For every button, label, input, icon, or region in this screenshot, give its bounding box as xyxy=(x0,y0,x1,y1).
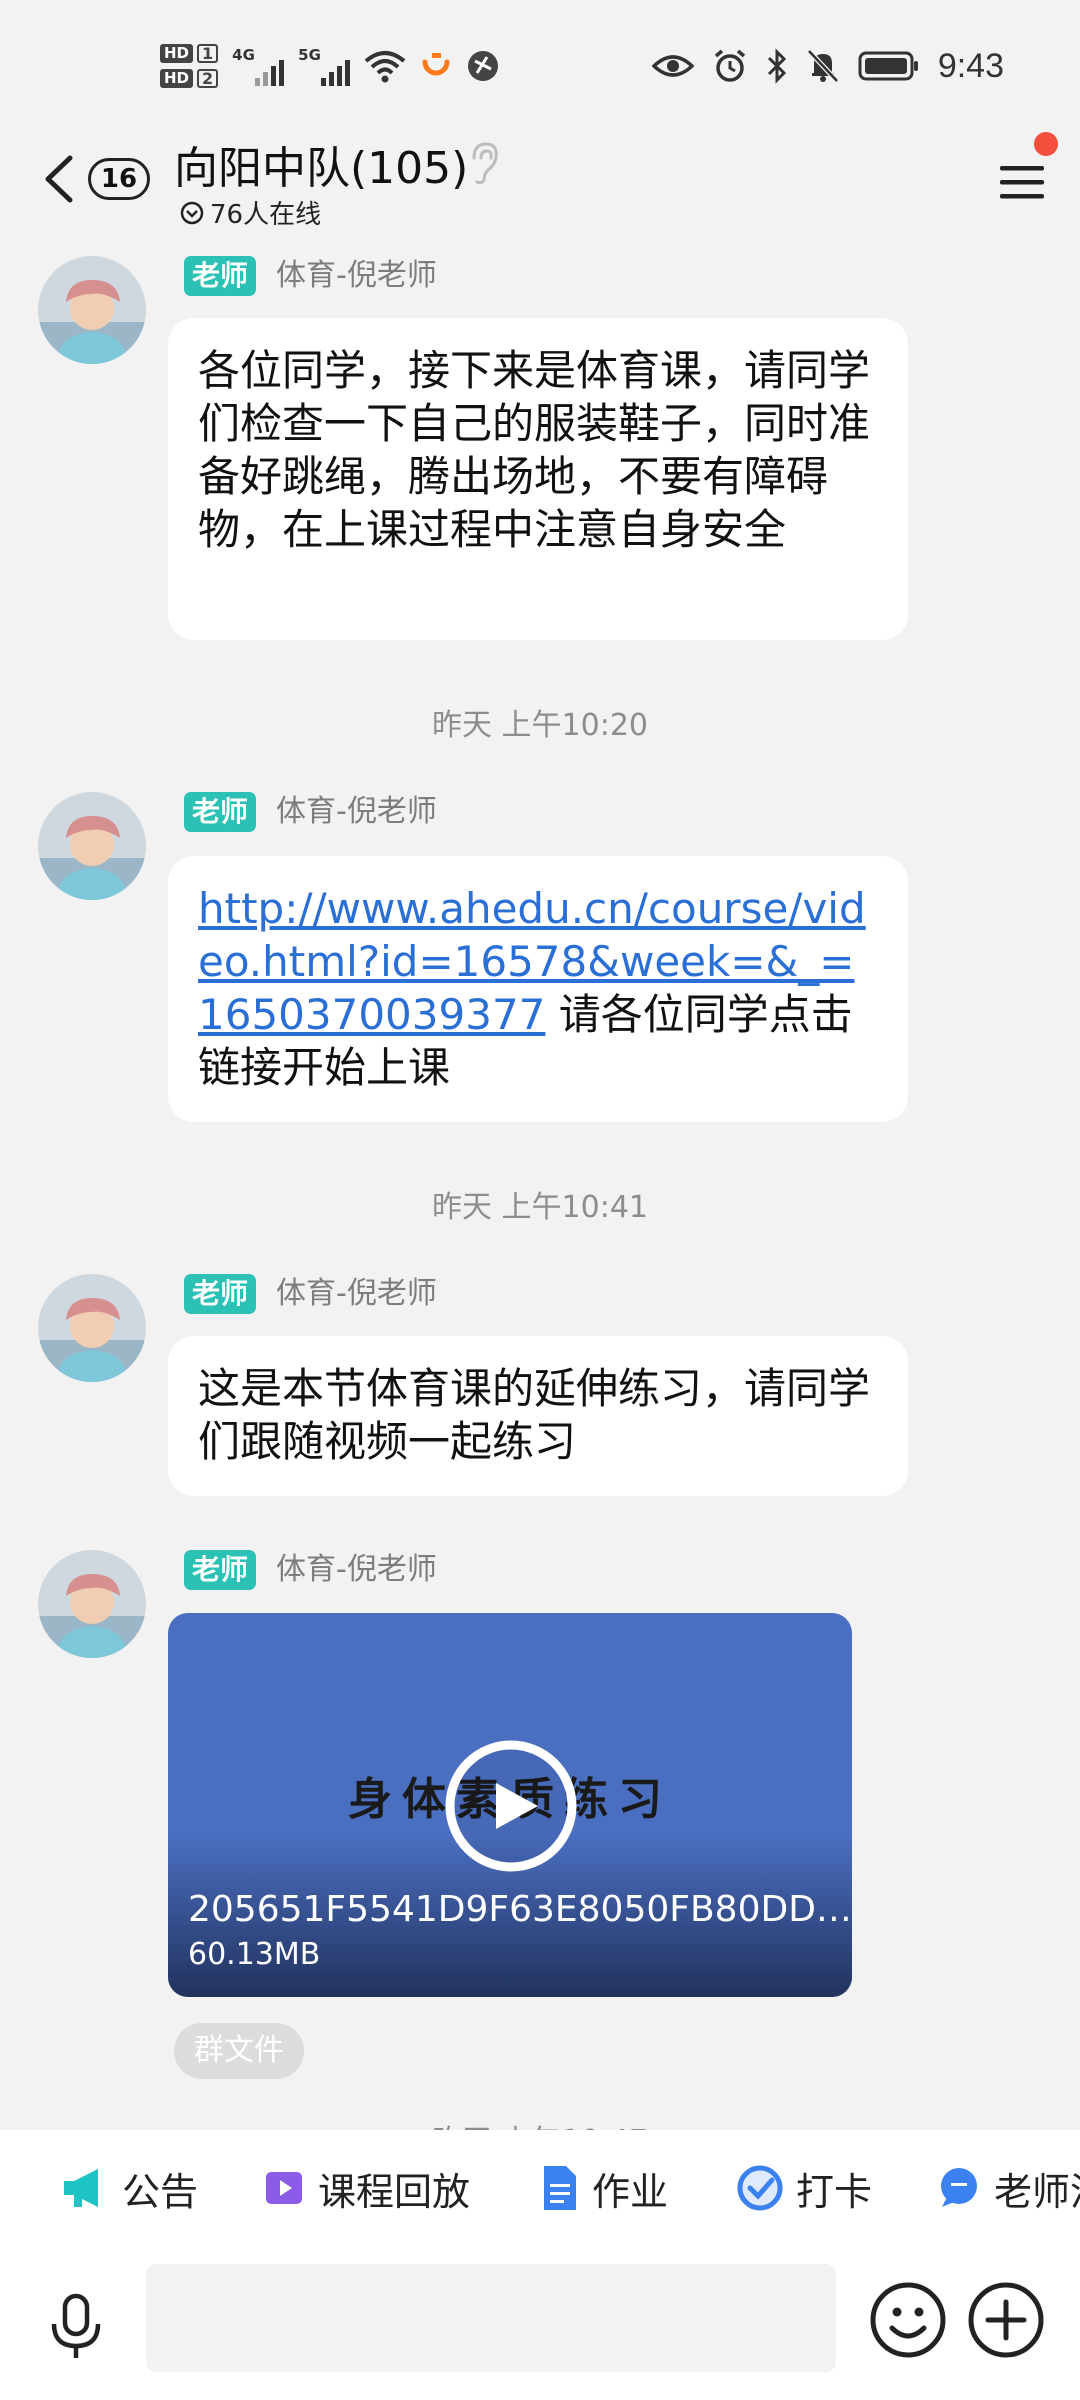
video-size: 60.13MB xyxy=(188,1937,321,1972)
net-label: 5G xyxy=(298,46,321,64)
message-text: 各位同学，接下来是体育课，请同学们检查一下自己的服装鞋子，同时准备好跳绳，腾出场… xyxy=(198,346,871,554)
clock: 9:43 xyxy=(937,46,1004,85)
sender-name: 体育-倪老师 xyxy=(276,1276,437,1311)
eye-comfort-icon xyxy=(651,55,694,77)
video-message[interactable]: 身体素质练习 205651F5541D9F63E8050FB80DD… 60.1… xyxy=(168,1613,852,1997)
document-icon xyxy=(544,2166,576,2210)
avatar[interactable] xyxy=(38,792,146,900)
toolbar-label: 公告 xyxy=(122,2169,199,2214)
toolbar-homework[interactable]: 作业 xyxy=(540,2158,668,2218)
hd-indicators: HD 1 HD 2 xyxy=(160,44,219,88)
toolbar-checkin[interactable]: 打卡 xyxy=(736,2158,872,2218)
status-left: HD 1 HD 2 4G 5G xyxy=(160,36,500,96)
signal-4g-icon: 4G xyxy=(232,46,285,86)
alarm-icon xyxy=(714,49,745,82)
menu-icon[interactable] xyxy=(998,158,1046,206)
playback-icon xyxy=(266,2172,302,2204)
message-bubble[interactable]: 这是本节体育课的延伸练习，请同学们跟随视频一起练习 xyxy=(168,1336,908,1496)
chat-header: 16 向阳中队(105) 76人在线 xyxy=(0,130,1080,240)
toolbar-teacher-messages[interactable]: 老师消 xyxy=(936,2158,1080,2218)
timestamp: 昨天 上午10:41 xyxy=(432,1190,648,1225)
signal-5g-icon: 5G xyxy=(298,46,351,86)
quick-toolbar: 公告 课程回放 作业 打卡 老师 xyxy=(0,2130,1080,2250)
timestamp: 昨天 上午10:20 xyxy=(432,708,648,743)
toolbar-playback[interactable]: 课程回放 xyxy=(262,2158,470,2218)
toolbar-label: 打卡 xyxy=(796,2169,873,2214)
message-text: 这是本节体育课的延伸练习，请同学们跟随视频一起练习 xyxy=(198,1364,871,1466)
status-bar: HD 1 HD 2 4G 5G 9:43 xyxy=(0,0,1080,130)
chevron-down-circle-icon xyxy=(180,201,204,224)
role-badge: 老师 xyxy=(184,1274,257,1314)
group-title[interactable]: 向阳中队(105) xyxy=(174,132,468,196)
ear-listen-icon[interactable] xyxy=(466,140,502,186)
teacher-chat-icon xyxy=(941,2168,977,2207)
chat-screen: HD 1 HD 2 4G 5G 9:43 16 向阳中队(105) 76人在线 … xyxy=(0,0,1080,2400)
sender-name: 体育-倪老师 xyxy=(276,258,437,293)
online-count: 76人在线 xyxy=(210,200,322,230)
sender-name: 体育-倪老师 xyxy=(276,794,437,829)
add-icon[interactable] xyxy=(966,2280,1046,2360)
message-input[interactable] xyxy=(146,2264,836,2372)
input-bar xyxy=(0,2250,1080,2400)
role-badge: 老师 xyxy=(184,256,257,296)
toolbar-label: 作业 xyxy=(592,2169,669,2214)
toolbar-announcement[interactable]: 公告 xyxy=(60,2158,198,2218)
group-file-tag[interactable]: 群文件 xyxy=(174,2023,304,2079)
wifi-icon xyxy=(364,51,406,83)
hd-num: 2 xyxy=(197,69,219,88)
unread-count-badge[interactable]: 16 xyxy=(88,158,150,200)
hd-label: HD xyxy=(160,44,194,63)
hd-indicator-2: HD 2 xyxy=(160,69,219,88)
back-icon[interactable] xyxy=(40,152,76,206)
hd-num: 1 xyxy=(197,44,219,63)
message-bubble[interactable]: 各位同学，接下来是体育课，请同学们检查一下自己的服装鞋子，同时准备好跳绳，腾出场… xyxy=(168,318,908,640)
avatar[interactable] xyxy=(38,1274,146,1382)
status-right: 9:43 xyxy=(651,44,1004,88)
role-badge: 老师 xyxy=(184,792,257,832)
megaphone-icon xyxy=(64,2169,98,2207)
checkin-icon xyxy=(737,2165,783,2211)
microphone-icon[interactable] xyxy=(40,2290,112,2362)
battery-icon xyxy=(858,51,918,81)
hd-indicator-1: HD 1 xyxy=(160,44,219,63)
net-label: 4G xyxy=(232,46,255,64)
toolbar-label: 课程回放 xyxy=(318,2169,471,2214)
emoji-icon[interactable] xyxy=(868,2280,948,2360)
app-notify-icon xyxy=(468,51,499,81)
play-icon[interactable] xyxy=(444,1739,578,1873)
avatar[interactable] xyxy=(38,1550,146,1658)
message-bubble[interactable]: http://www.ahedu.cn/course/video.html?id… xyxy=(168,856,908,1122)
sender-name: 体育-倪老师 xyxy=(276,1552,437,1587)
video-filename: 205651F5541D9F63E8050FB80DD… xyxy=(188,1889,852,1930)
mute-icon xyxy=(806,49,839,83)
toolbar-label: 老师消 xyxy=(994,2169,1080,2214)
avatar[interactable] xyxy=(38,256,146,364)
online-status[interactable]: 76人在线 xyxy=(180,194,321,231)
notification-dot xyxy=(1034,132,1058,156)
didi-icon xyxy=(422,53,450,76)
role-badge: 老师 xyxy=(184,1550,257,1590)
bluetooth-icon xyxy=(767,48,786,84)
hd-label: HD xyxy=(160,69,194,88)
